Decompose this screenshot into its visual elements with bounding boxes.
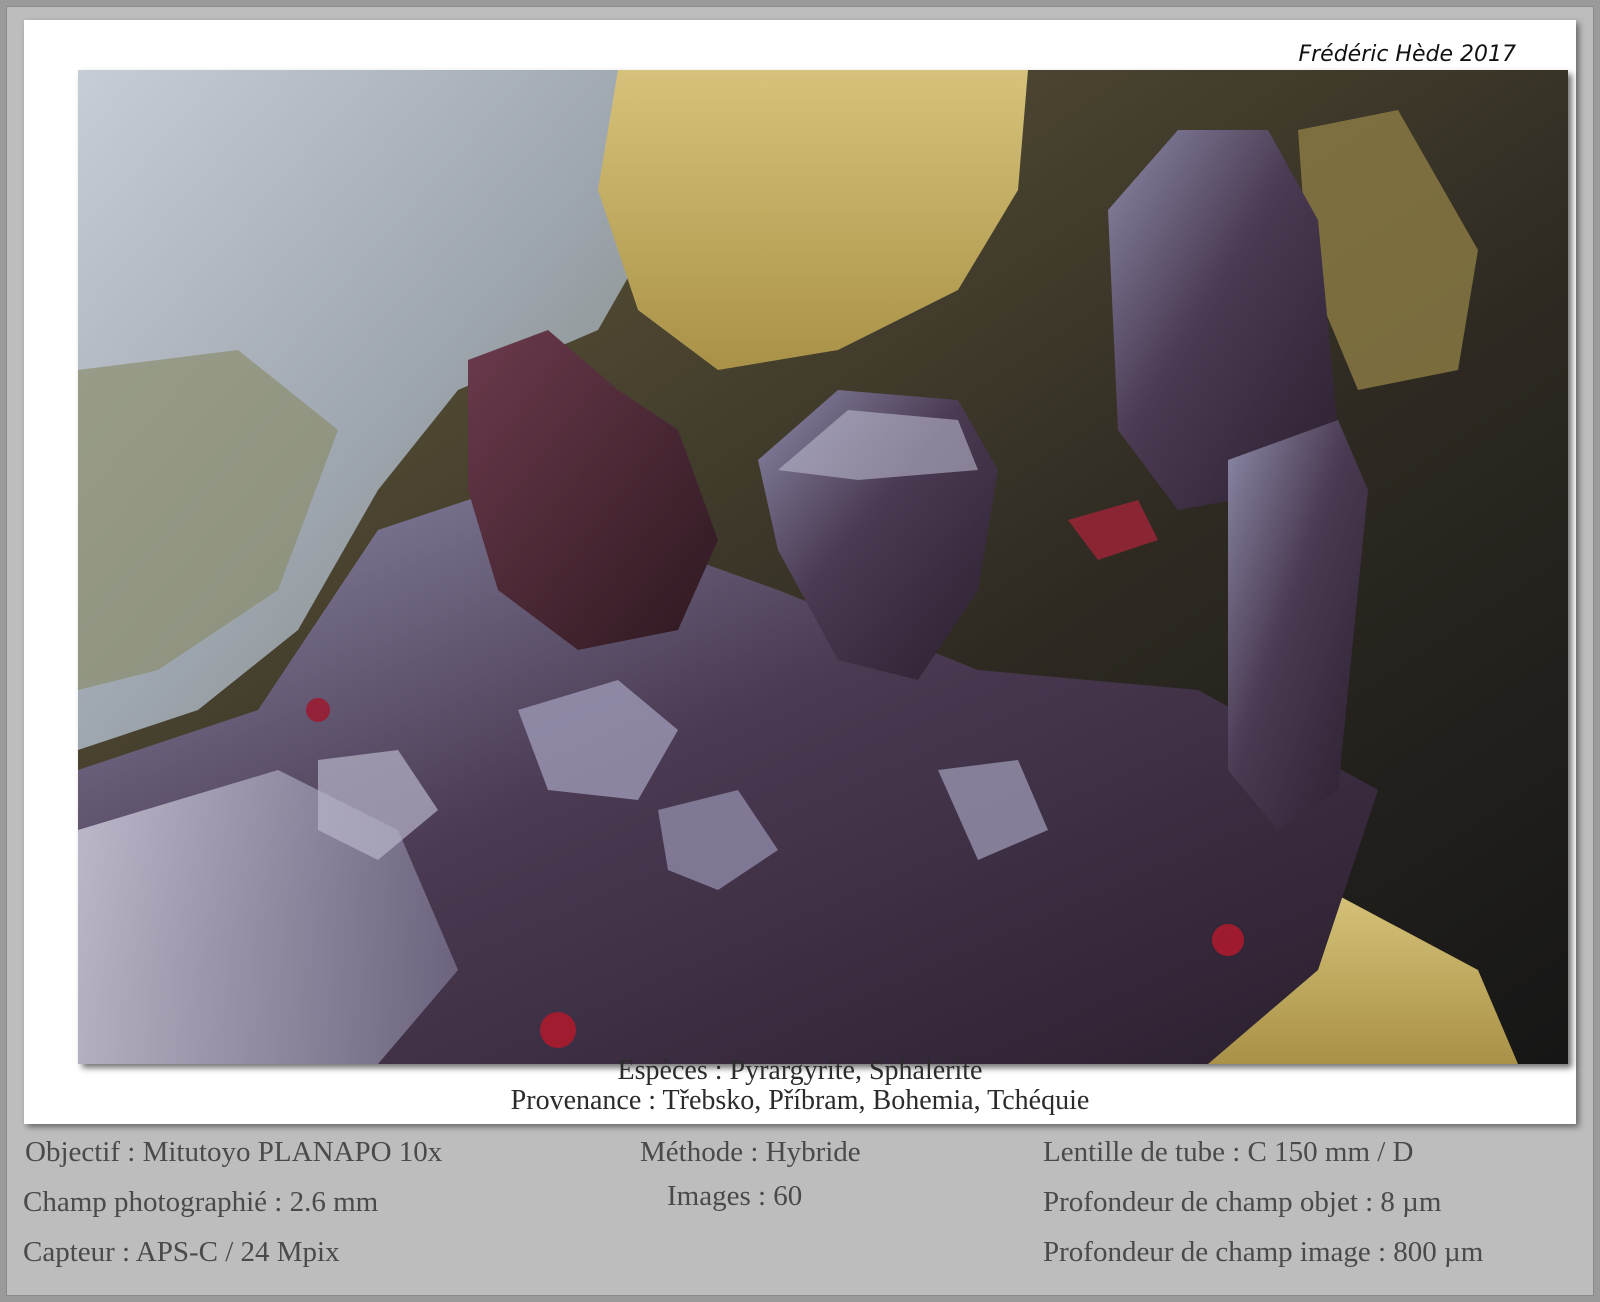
- field-spec: Champ photographié : 2.6 mm: [23, 1186, 379, 1218]
- photographer-signature: Frédéric Hède 2017: [1298, 42, 1516, 67]
- provenance-caption: Provenance : Třebsko, Příbram, Bohemia, …: [510, 1085, 1090, 1116]
- images-spec: Images : 60: [667, 1180, 803, 1212]
- image-dof-spec: Profondeur de champ image : 800 µm: [1043, 1236, 1484, 1268]
- object-dof-spec: Profondeur de champ objet : 8 µm: [1043, 1186, 1442, 1218]
- tube-lens-spec: Lentille de tube : C 150 mm / D: [1043, 1136, 1414, 1168]
- mineral-photo-illustration: [78, 70, 1568, 1064]
- photo-card: Frédéric Hède 2017 Espèces: Pyrargyrite…: [24, 20, 1576, 1124]
- sensor-spec: Capteur : APS-C / 24 Mpix: [23, 1236, 340, 1268]
- objective-spec: Objectif : Mitutoyo PLANAPO 10x: [25, 1136, 443, 1168]
- method-spec: Méthode : Hybride: [640, 1136, 861, 1168]
- species-caption: Espèces : Pyrargyrite, Sphalérite: [617, 1055, 983, 1086]
- mineral-photograph: [78, 70, 1568, 1064]
